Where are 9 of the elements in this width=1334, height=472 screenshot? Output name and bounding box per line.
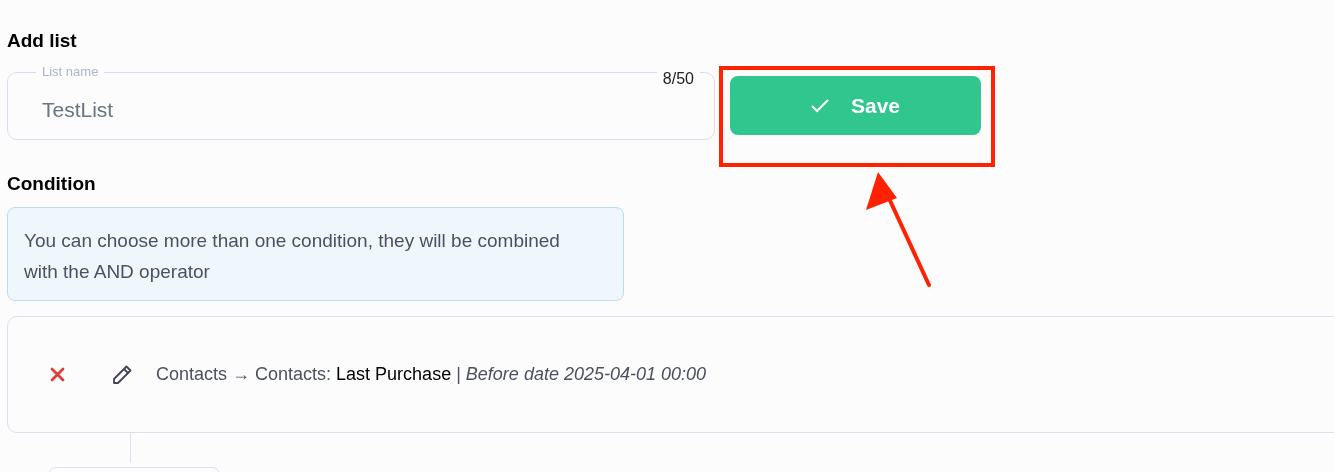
check-icon (810, 98, 829, 113)
info-message: You can choose more than one condition, they will be combined with the AND operator (7, 207, 624, 301)
list-name-field[interactable]: List name 8/50 TestList (7, 64, 715, 140)
list-name-input: TestList (42, 94, 642, 126)
condition-text: Contacts → Contacts: Last Purchase | Before date 2025-04-01 00:00 (156, 363, 707, 386)
field-label: List name (41, 64, 100, 80)
section-heading: Condition (7, 172, 97, 196)
page-title: Add list (7, 29, 78, 53)
remove-icon[interactable] (50, 367, 65, 382)
